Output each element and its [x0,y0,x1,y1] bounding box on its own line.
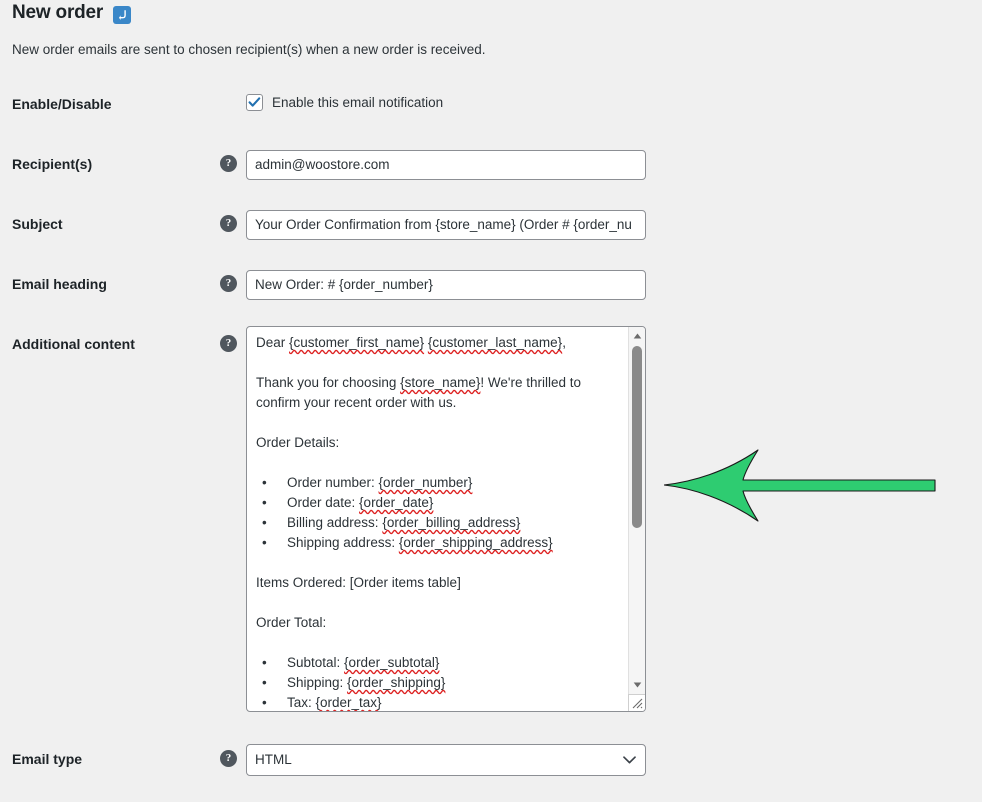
page-header: New order [12,2,132,24]
text-bullet-line: • Shipping address: {order_shipping_addre… [256,533,613,553]
bullet-marker: • [262,475,267,490]
subject-input[interactable]: Your Order Confirmation from {store_name… [246,210,646,240]
bullet-text: Tax: {order_tax} [287,693,382,711]
label-email-type: Email type [12,751,83,767]
help-icon-subject[interactable]: ? [220,215,237,232]
text-paragraph: Order Total: [256,613,613,633]
email-type-select[interactable]: HTML [246,744,646,776]
text-run: Tax: [287,695,316,710]
label-subject: Subject [12,216,63,232]
bullet-marker: • [262,655,267,670]
page-title: New order [12,2,104,23]
text-run: Shipping: [287,675,348,690]
bullet-marker: • [262,675,267,690]
text-run: Order number: [287,475,379,490]
textarea-scrollbar[interactable] [628,327,645,711]
bullet-text: Order date: {order_date} [287,493,433,513]
text-paragraph: Dear {customer_first_name} {customer_las… [256,333,613,353]
placeholder-token: {order_number} [378,475,473,490]
enable-email-notification-group: Enable this email notification [246,94,443,111]
bullet-text: Shipping: {order_shipping} [287,673,445,693]
label-email-heading: Email heading [12,276,107,292]
placeholder-token: {order_date} [359,495,434,510]
text-blank-line [256,353,613,373]
enable-email-notification-label: Enable this email notification [272,95,444,110]
text-blank-line [256,553,613,573]
text-paragraph: Items Ordered: [Order items table] [256,573,613,593]
bullet-marker: • [262,695,267,710]
bullet-text: Order number: {order_number} [287,473,472,493]
text-bullet-line: • Shipping: {order_shipping} [256,673,613,693]
help-icon-recipients[interactable]: ? [220,155,237,172]
text-paragraph: Order Details: [256,433,613,453]
text-bullet-line: • Billing address: {order_billing_address… [256,513,613,533]
bullet-text: Subtotal: {order_subtotal} [287,653,439,673]
text-run: Order Details: [256,435,340,450]
text-run: Billing address: [287,515,383,530]
text-bullet-line: • Tax: {order_tax} [256,693,613,711]
bullet-marker: • [262,515,267,530]
textarea-resize-handle[interactable] [628,694,645,711]
help-icon-additional-content[interactable]: ? [220,335,237,352]
text-blank-line [256,593,613,613]
scrollbar-down-arrow-icon[interactable] [629,677,645,693]
label-recipients: Recipient(s) [12,156,93,172]
scrollbar-up-arrow-icon[interactable] [629,328,645,344]
text-run: Thank you for choosing [256,375,401,390]
return-arrow-icon [113,5,132,24]
text-run: ! We're thrilled to [480,375,582,390]
text-run: Order Total: [256,615,327,630]
placeholder-token: {customer_first_name} [289,335,425,350]
placeholder-token: {order_shipping} [347,675,446,690]
bullet-marker: • [262,495,267,510]
placeholder-token: {store_name} [400,375,481,390]
additional-content-text[interactable]: Dear {customer_first_name} {customer_las… [247,327,621,711]
email-heading-input[interactable]: New Order: # {order_number} [246,270,646,300]
row-email-type: Email type ? HTML [0,744,982,776]
enable-email-notification-checkbox[interactable] [246,94,263,111]
text-paragraph: Thank you for choosing {store_name}! We'… [256,373,613,393]
text-bullet-line: • Order number: {order_number} [256,473,613,493]
additional-content-textarea[interactable]: Dear {customer_first_name} {customer_las… [246,326,646,712]
text-run: Order date: [287,495,360,510]
placeholder-token: {order_subtotal} [344,655,440,670]
text-blank-line [256,413,613,433]
text-run: Dear [256,335,290,350]
label-additional-content: Additional content [12,336,135,352]
scrollbar-thumb[interactable] [632,346,642,528]
email-type-selected-value: HTML [255,752,292,767]
text-bullet-line: • Order date: {order_date} [256,493,613,513]
placeholder-token: {customer_last_name} [427,335,563,350]
placeholder-token: {order_tax} [315,695,382,710]
text-bullet-line: • Subtotal: {order_subtotal} [256,653,613,673]
label-enable-disable: Enable/Disable [12,96,112,112]
bullet-text: Shipping address: {order_shipping_addres… [287,533,553,553]
bullet-text: Billing address: {order_billing_address} [287,513,520,533]
text-run: confirm your recent order with us. [256,395,457,410]
placeholder-token: {order_billing_address} [382,515,521,530]
recipients-input[interactable]: admin@woostore.com [246,150,646,180]
annotation-left-arrow [663,446,942,522]
text-run: Subtotal: [287,655,345,670]
help-icon-email-type[interactable]: ? [220,750,237,767]
text-blank-line [256,633,613,653]
text-run: Shipping address: [287,535,399,550]
placeholder-token: {order_shipping_address} [398,535,553,550]
text-blank-line [256,453,613,473]
bullet-marker: • [262,535,267,550]
text-paragraph: confirm your recent order with us. [256,393,613,413]
page-description: New order emails are sent to chosen reci… [12,42,486,57]
chevron-down-icon [623,745,636,775]
text-run: , [562,335,566,350]
help-icon-email-heading[interactable]: ? [220,275,237,292]
text-run: Items Ordered: [Order items table] [256,575,461,590]
